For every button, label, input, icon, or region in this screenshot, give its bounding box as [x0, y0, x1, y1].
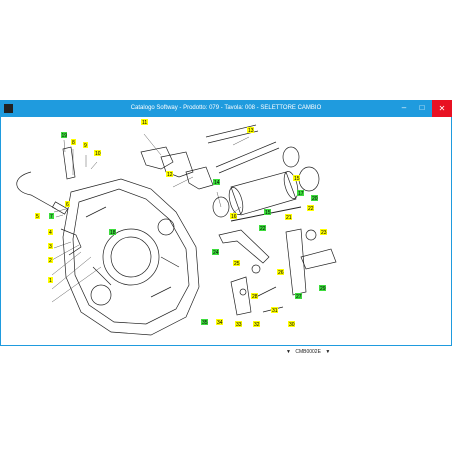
svg-text:2: 2 [49, 258, 52, 264]
callout-30[interactable]: 30 [288, 321, 295, 328]
callout-2[interactable]: 2 [48, 257, 53, 264]
svg-text:15: 15 [294, 176, 300, 182]
svg-text:24: 24 [213, 250, 219, 256]
callout-12[interactable]: 12 [166, 171, 173, 178]
callout-21[interactable]: 21 [285, 214, 292, 221]
maximize-button[interactable]: □ [416, 102, 428, 114]
minimize-button[interactable]: – [398, 102, 410, 114]
next-table-button[interactable]: ▼ [325, 349, 330, 355]
catalog-window: Catalogo Softway - Prodotto: 079 - Tavol… [0, 100, 452, 355]
exploded-parts-diagram: 11 13 19 9 8 10 12 14 16 5 7 6 4 3 2 1 1… [16, 119, 337, 336]
svg-text:25: 25 [234, 261, 240, 267]
callout-5[interactable]: 5 [35, 213, 40, 220]
svg-text:22: 22 [308, 206, 314, 212]
svg-text:7: 7 [50, 214, 53, 220]
callout-labels: 11 13 19 9 8 10 12 14 16 5 7 6 4 3 2 1 1… [35, 119, 327, 328]
prev-table-button[interactable]: ▼ [286, 349, 291, 355]
callout-19[interactable]: 19 [61, 132, 67, 139]
svg-text:17: 17 [298, 191, 304, 197]
callout-16[interactable]: 16 [230, 213, 237, 220]
callout-20[interactable]: 20 [311, 195, 318, 202]
callout-7[interactable]: 7 [49, 213, 54, 220]
callout-28[interactable]: 28 [251, 293, 258, 300]
close-button[interactable]: ✕ [432, 100, 452, 117]
callout-26[interactable]: 26 [277, 269, 284, 276]
callout-3[interactable]: 3 [48, 243, 53, 250]
svg-text:12: 12 [167, 172, 173, 178]
svg-text:16: 16 [231, 214, 237, 220]
callout-11[interactable]: 11 [141, 119, 148, 126]
svg-text:5: 5 [36, 214, 39, 220]
svg-text:34: 34 [217, 320, 223, 326]
svg-text:33: 33 [236, 322, 242, 328]
window-title: Catalogo Softway - Prodotto: 079 - Tavol… [130, 105, 322, 111]
svg-text:9: 9 [84, 143, 87, 149]
svg-text:30: 30 [289, 322, 295, 328]
svg-text:26: 26 [278, 270, 284, 276]
svg-text:22: 22 [260, 226, 266, 232]
svg-text:23: 23 [321, 230, 327, 236]
svg-text:14: 14 [214, 180, 220, 186]
callout-32[interactable]: 32 [253, 321, 260, 328]
callout-15[interactable]: 15 [293, 175, 300, 182]
callout-33[interactable]: 33 [235, 321, 242, 328]
svg-text:3: 3 [49, 244, 52, 250]
svg-text:29: 29 [320, 286, 326, 292]
callout-6[interactable]: 6 [65, 201, 70, 208]
callout-13[interactable]: 13 [247, 127, 254, 134]
svg-text:35: 35 [202, 320, 208, 326]
svg-text:32: 32 [254, 322, 260, 328]
svg-text:10: 10 [95, 151, 101, 157]
callout-1[interactable]: 1 [48, 277, 53, 284]
svg-text:18: 18 [110, 230, 116, 236]
callout-27[interactable]: 27 [295, 293, 302, 300]
svg-text:28: 28 [252, 294, 258, 300]
callout-10[interactable]: 10 [94, 150, 101, 157]
callout-18[interactable]: 18 [109, 229, 116, 236]
callout-17[interactable]: 17 [297, 190, 304, 197]
table-code: CMB0002E [295, 349, 321, 355]
callout-15b[interactable]: 15 [264, 209, 271, 216]
svg-text:11: 11 [142, 120, 147, 126]
callout-35[interactable]: 35 [201, 319, 208, 326]
callout-31[interactable]: 31 [271, 307, 278, 314]
title-bar[interactable]: Catalogo Softway - Prodotto: 079 - Tavol… [0, 100, 452, 117]
svg-text:27: 27 [296, 294, 302, 300]
callout-8[interactable]: 8 [71, 139, 76, 146]
callout-23[interactable]: 23 [320, 229, 327, 236]
svg-text:1: 1 [49, 278, 52, 284]
svg-text:8: 8 [72, 140, 75, 146]
svg-text:21: 21 [286, 215, 292, 221]
callout-22[interactable]: 22 [307, 205, 314, 212]
svg-text:19: 19 [62, 133, 68, 139]
callout-29[interactable]: 29 [319, 285, 326, 292]
engine-case-drawing [60, 178, 200, 336]
callout-25[interactable]: 25 [233, 260, 240, 267]
diagram-area: 11 13 19 9 8 10 12 14 16 5 7 6 4 3 2 1 1… [0, 117, 452, 355]
callout-34[interactable]: 34 [216, 319, 223, 326]
callout-4[interactable]: 4 [48, 229, 53, 236]
svg-text:20: 20 [312, 196, 318, 202]
diagram-footer: ▼ CMB0002E ▼ [286, 349, 330, 355]
svg-text:6: 6 [66, 202, 69, 208]
svg-text:4: 4 [49, 230, 52, 236]
callout-14[interactable]: 14 [213, 179, 220, 186]
callout-22b[interactable]: 22 [259, 225, 266, 232]
svg-text:31: 31 [272, 308, 278, 314]
svg-text:15: 15 [265, 210, 271, 216]
svg-text:13: 13 [248, 128, 254, 134]
callout-9[interactable]: 9 [83, 142, 88, 149]
callout-24[interactable]: 24 [212, 249, 219, 256]
